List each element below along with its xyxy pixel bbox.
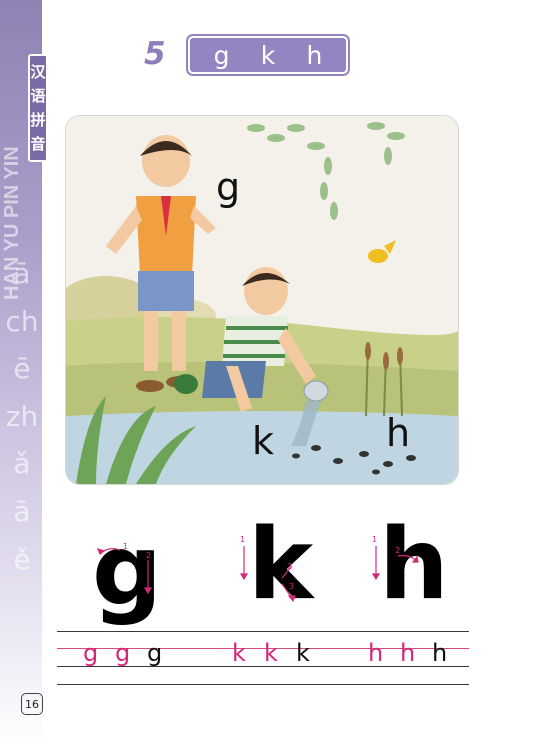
stroke-number: 1 <box>372 535 378 544</box>
practice-letter-k: k <box>264 639 278 667</box>
practice-letter-h: h <box>368 639 384 667</box>
page-number: 16 <box>21 693 43 715</box>
stroke-number: 2 <box>287 562 293 571</box>
stroke-number: 3 <box>289 582 295 591</box>
practice-letter-g: g <box>115 639 131 667</box>
stroke-number: 1 <box>240 535 246 544</box>
grid-line <box>57 684 469 685</box>
practice-letter-k: k <box>232 639 246 667</box>
grid-line <box>57 631 469 632</box>
stroke-number: 2 <box>146 551 152 560</box>
stroke-number: 1 <box>123 542 129 551</box>
practice-letter-h: h <box>432 639 448 667</box>
practice-letter-g: g <box>147 639 163 667</box>
practice-letter-k: k <box>296 639 310 667</box>
practice-letter-h: h <box>400 639 416 667</box>
practice-letter-g: g <box>83 639 99 667</box>
stroke-number: 2 <box>395 546 401 555</box>
